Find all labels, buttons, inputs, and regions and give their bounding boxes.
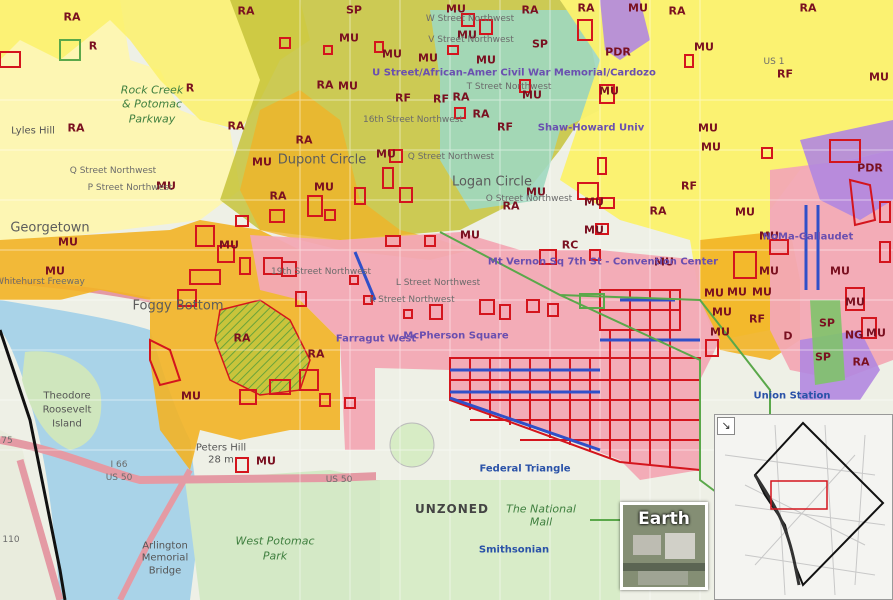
place-label: Foggy Bottom [132, 298, 224, 314]
place-label: 19th Street Northwest [270, 267, 372, 277]
place-label: Smithsonian [478, 544, 550, 556]
place-label: Logan Circle [451, 174, 533, 190]
place-label: Shaw-Howard Univ [537, 122, 645, 134]
place-label: Q Street Northwest [69, 166, 157, 176]
place-label: NoMa-Gallaudet [762, 231, 854, 243]
place-label: Memorial [141, 552, 189, 564]
place-label: Arlington [142, 540, 188, 552]
place-label: 110 [2, 535, 20, 545]
place-label: O Street Northwest [485, 194, 573, 204]
place-label: 75 [1, 436, 13, 446]
place-label: Peters Hill [195, 442, 247, 454]
place-label: Dupont Circle [277, 152, 367, 168]
place-label: L Street Northwest [395, 278, 481, 288]
place-label: US 50 [325, 475, 353, 485]
place-label: Whitehurst Freeway [0, 277, 85, 287]
place-label: 28 m [208, 454, 234, 466]
overview-map[interactable]: ↘ [714, 414, 893, 600]
place-label: Q Street Northwest [407, 152, 495, 162]
place-label: W Street Northwest [425, 14, 515, 24]
place-label: Federal Triangle [479, 463, 571, 475]
place-label: Georgetown [10, 220, 90, 236]
place-label: & Potomac [122, 97, 182, 111]
place-label: Mall [529, 515, 553, 529]
place-label: Parkway [128, 112, 176, 126]
place-label: I 66 [110, 460, 128, 470]
overview-map-graphic [715, 415, 892, 599]
place-label: West Potomac [235, 534, 315, 548]
place-label: K Street Northwest [369, 295, 455, 305]
place-label: UNZONED [415, 502, 489, 516]
place-label: The National [506, 502, 576, 516]
place-label: U Street/African-Amer Civil War Memorial… [372, 67, 656, 79]
ellipse [389, 422, 435, 468]
place-label: US 50 [105, 473, 133, 483]
place-label: T Street Northwest [466, 82, 552, 92]
place-label: McPherson Square [403, 330, 509, 342]
place-label: Island [52, 418, 82, 430]
place-label: 16th Street Northwest [362, 115, 464, 125]
zone-sp [810, 300, 845, 385]
place-label: Theodore [43, 390, 91, 402]
place-label: Union Station [753, 390, 831, 402]
place-label: Roosevelt [42, 404, 92, 416]
place-label: Rock Creek [120, 83, 184, 97]
place-label: P Street Northwest [87, 183, 173, 193]
place-label: US 1 [763, 57, 785, 67]
earth-view-button[interactable]: Earth [620, 502, 708, 590]
overview-toggle-button[interactable]: ↘ [717, 417, 735, 435]
place-label: V Street Northwest [428, 35, 514, 45]
place-label: Mt Vernon Sq 7th St - Convention Center [487, 256, 719, 268]
place-label: Bridge [148, 565, 182, 577]
place-label: Lyles Hill [11, 125, 55, 137]
earth-label: Earth [638, 509, 690, 529]
place-label: Park [262, 549, 288, 563]
